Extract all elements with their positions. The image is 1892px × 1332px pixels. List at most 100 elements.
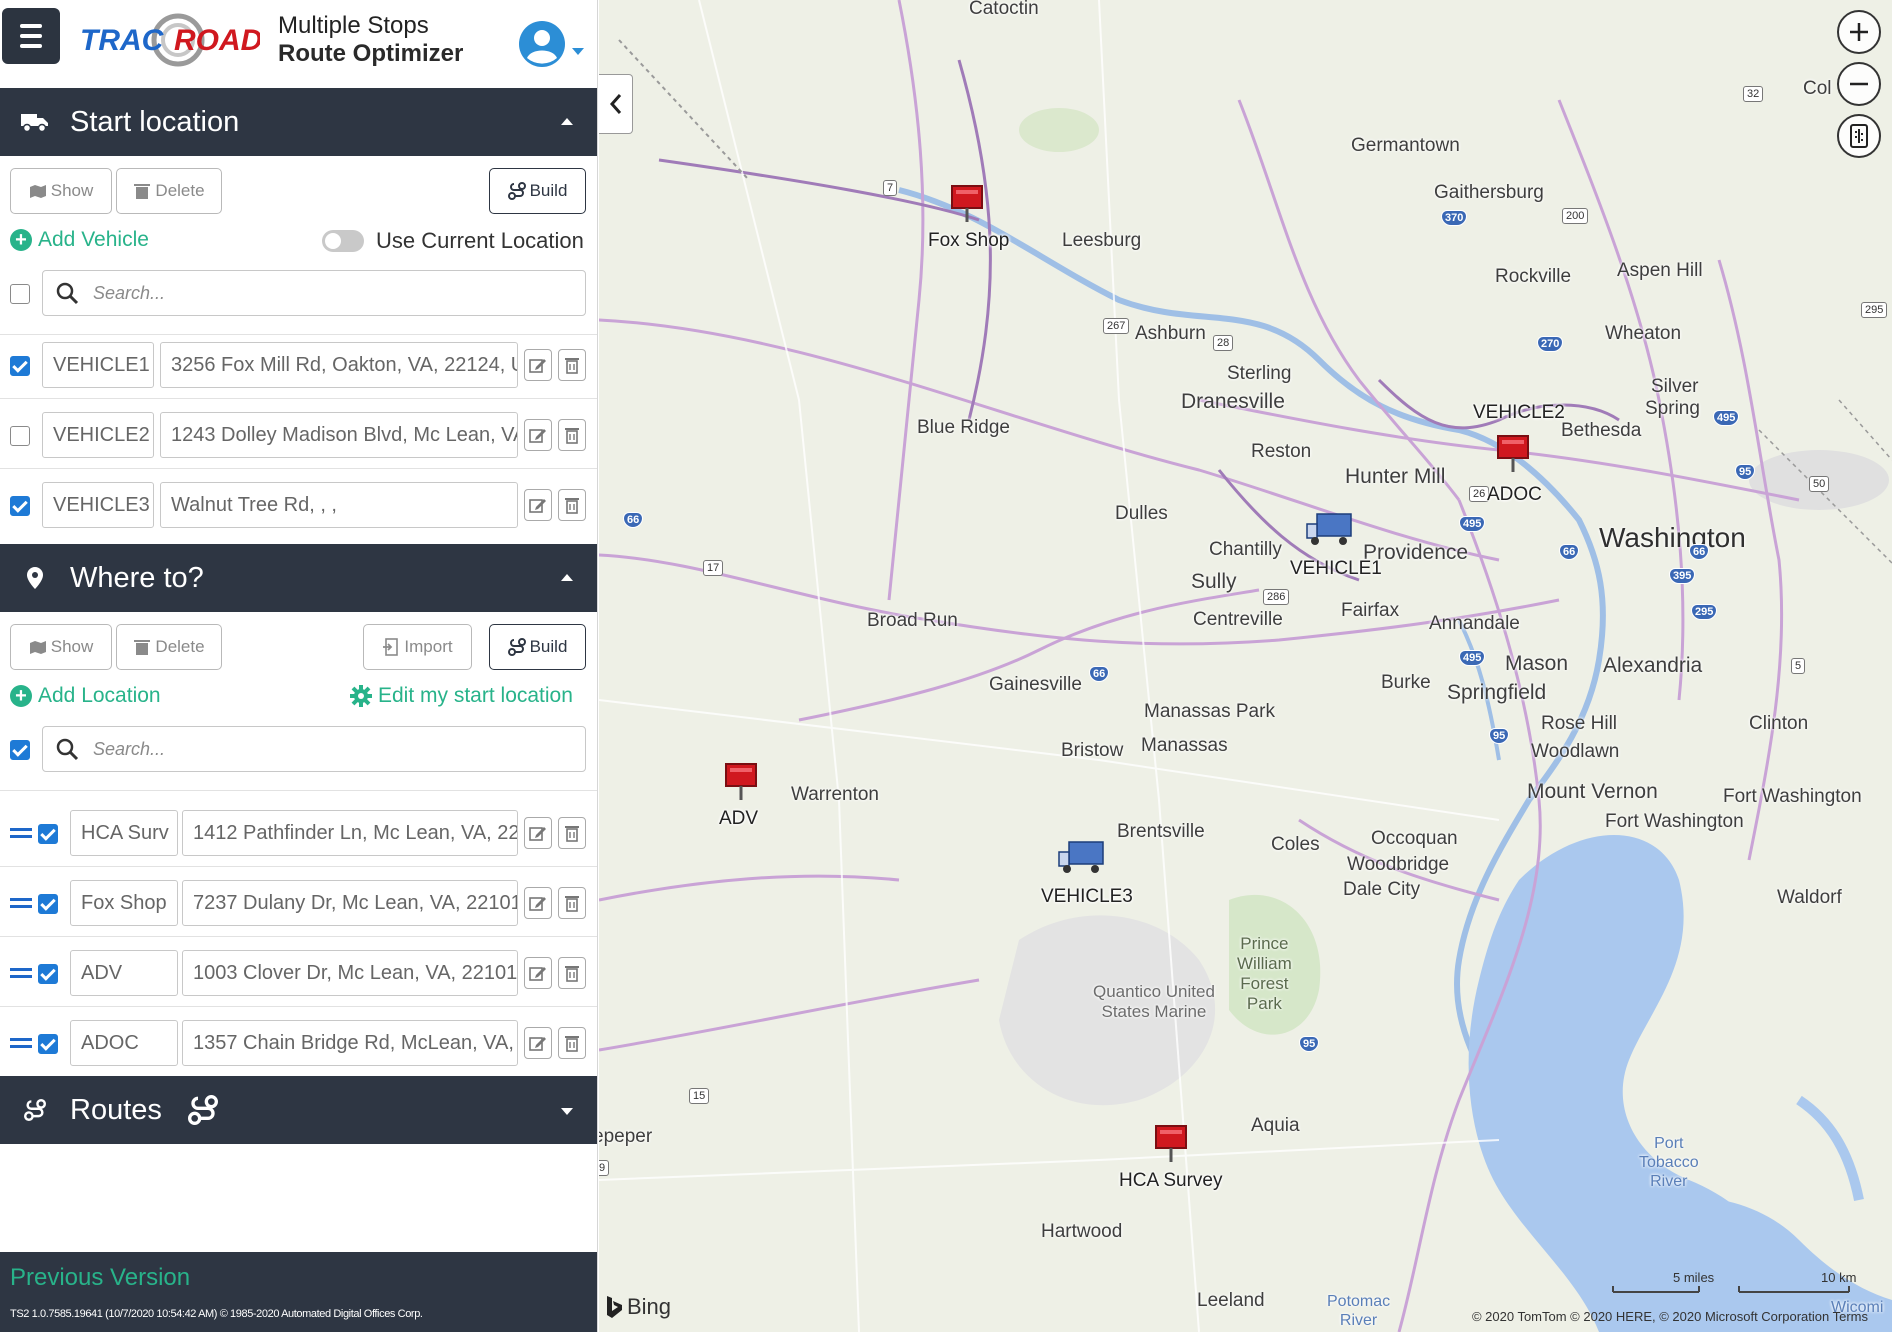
place-label: Gaithersburg xyxy=(1434,182,1544,203)
route-shield: 270 xyxy=(1537,336,1564,352)
vehicle3-marker-label[interactable]: VEHICLE3 xyxy=(1041,886,1133,908)
drag-handle-icon[interactable] xyxy=(10,898,32,910)
vehicle-row-checkbox[interactable] xyxy=(10,496,30,516)
vehicle-name-field[interactable]: VEHICLE3 xyxy=(42,482,154,528)
vehicle-address-field[interactable]: Walnut Tree Rd, , , xyxy=(160,482,518,528)
import-button[interactable]: Import xyxy=(363,624,472,670)
scale-miles: 5 miles xyxy=(1673,1270,1715,1285)
vehicle-search-input[interactable] xyxy=(93,282,527,304)
menu-button[interactable] xyxy=(2,8,60,64)
trash-icon xyxy=(565,498,579,514)
location-address-field[interactable]: 1357 Chain Bridge Rd, McLean, VA, 2 xyxy=(182,1020,518,1066)
delete-locations-button[interactable]: Delete xyxy=(116,624,222,670)
sidebar: TRAC ROAD Multiple Stops Route Optimizer… xyxy=(0,0,598,1332)
select-all-vehicles-checkbox[interactable] xyxy=(10,284,30,304)
show-vehicles-button[interactable]: Show xyxy=(10,168,112,214)
location-name-field[interactable]: ADV xyxy=(70,950,178,996)
drag-handle-icon[interactable] xyxy=(10,968,32,980)
location-name-field[interactable]: ADOC xyxy=(70,1020,178,1066)
use-current-location-toggle[interactable] xyxy=(322,230,364,252)
select-all-locations-checkbox[interactable] xyxy=(10,740,30,760)
where-to-title: Where to? xyxy=(70,561,204,594)
edit-location-button[interactable] xyxy=(524,887,552,919)
vehicle-name-field[interactable]: VEHICLE1 xyxy=(42,342,154,388)
place-label: Dranesville xyxy=(1181,390,1285,413)
build-vehicles-button[interactable]: Build xyxy=(489,168,586,214)
vehicle1-marker-label[interactable]: VEHICLE1 xyxy=(1290,558,1382,580)
adv-marker-label[interactable]: ADV xyxy=(719,808,758,830)
collapse-caret-icon[interactable] xyxy=(561,118,573,125)
zoom-out-button[interactable] xyxy=(1837,62,1881,106)
build-info: TS2 1.0.7585.19641 (10/7/2020 10:54:42 A… xyxy=(10,1308,423,1320)
edit-start-location-link[interactable]: Edit my start location xyxy=(350,684,573,708)
location-row-checkbox[interactable] xyxy=(38,894,58,914)
delete-location-button[interactable] xyxy=(558,1027,586,1059)
location-address-field[interactable]: 1412 Pathfinder Ln, Mc Lean, VA, 22 xyxy=(182,810,518,856)
route-shield: 32 xyxy=(1743,86,1764,102)
show-locations-button[interactable]: Show xyxy=(10,624,112,670)
location-row-checkbox[interactable] xyxy=(38,824,58,844)
vehicle-address-field[interactable]: 3256 Fox Mill Rd, Oakton, VA, 22124, U xyxy=(160,342,518,388)
fox-shop-marker-label[interactable]: Fox Shop xyxy=(928,230,1009,252)
collapse-sidebar-button[interactable] xyxy=(599,74,633,134)
build-locations-button[interactable]: Build xyxy=(489,624,586,670)
location-address-field[interactable]: 1003 Clover Dr, Mc Lean, VA, 22101 xyxy=(182,950,518,996)
hca-survey-marker-label[interactable]: HCA Survey xyxy=(1119,1170,1222,1192)
drag-handle-icon[interactable] xyxy=(10,1038,32,1050)
vehicle3-truck-icon[interactable] xyxy=(1057,838,1107,876)
previous-version-link[interactable]: Previous Version xyxy=(10,1264,190,1292)
map-copyright[interactable]: © 2020 TomTom © 2020 HERE, © 2020 Micros… xyxy=(1472,1309,1868,1324)
adoc-pin-icon[interactable] xyxy=(1495,434,1531,474)
water-label-line: Tobacco xyxy=(1639,1154,1699,1171)
start-location-header[interactable]: Start location xyxy=(0,88,597,156)
adoc-marker-label[interactable]: ADOC xyxy=(1487,484,1542,506)
location-row-checkbox[interactable] xyxy=(38,1034,58,1054)
vehicle-row-checkbox[interactable] xyxy=(10,356,30,376)
vehicle-row-checkbox[interactable] xyxy=(10,426,30,446)
routes-build-icon[interactable] xyxy=(187,1095,218,1125)
location-search-input[interactable] xyxy=(93,738,527,760)
delete-vehicles-button[interactable]: Delete xyxy=(116,168,222,214)
place-label: Aspen Hill xyxy=(1617,260,1703,281)
location-name-field[interactable]: Fox Shop xyxy=(70,880,178,926)
expand-caret-icon[interactable] xyxy=(561,1108,573,1115)
delete-vehicle-button[interactable] xyxy=(558,419,586,451)
delete-location-button[interactable] xyxy=(558,887,586,919)
drag-handle-icon[interactable] xyxy=(10,828,32,840)
zoom-in-button[interactable] xyxy=(1837,10,1881,54)
delete-vehicle-button[interactable] xyxy=(558,489,586,521)
base-label-line: States Marine xyxy=(1101,1002,1207,1021)
location-address-field[interactable]: 7237 Dulany Dr, Mc Lean, VA, 22101 xyxy=(182,880,518,926)
bing-logo: Bing xyxy=(605,1294,671,1320)
edit-icon xyxy=(529,1037,546,1051)
delete-location-button[interactable] xyxy=(558,957,586,989)
edit-location-button[interactable] xyxy=(524,1027,552,1059)
vehicle-name-field[interactable]: VEHICLE2 xyxy=(42,412,154,458)
map-style-button[interactable] xyxy=(1837,114,1881,158)
edit-vehicle-button[interactable] xyxy=(524,349,552,381)
map[interactable]: Catoctin Germantown Gaithersburg Leesbur… xyxy=(599,0,1892,1332)
edit-location-button[interactable] xyxy=(524,817,552,849)
edit-vehicle-button[interactable] xyxy=(524,489,552,521)
edit-location-button[interactable] xyxy=(524,957,552,989)
adv-pin-icon[interactable] xyxy=(723,762,759,802)
delete-location-button[interactable] xyxy=(558,817,586,849)
where-to-header[interactable]: Where to? xyxy=(0,544,597,612)
location-row-checkbox[interactable] xyxy=(38,964,58,984)
bing-label: Bing xyxy=(627,1294,672,1319)
vehicle2-marker-label[interactable]: VEHICLE2 xyxy=(1473,402,1565,424)
fox-shop-pin-icon[interactable] xyxy=(949,184,985,224)
vehicle1-truck-icon[interactable] xyxy=(1305,510,1355,548)
add-vehicle-link[interactable]: + Add Vehicle xyxy=(10,228,149,252)
user-menu-caret-icon[interactable] xyxy=(572,48,584,55)
routes-header[interactable]: Routes xyxy=(0,1076,597,1144)
vehicle-address-field[interactable]: 1243 Dolley Madison Blvd, Mc Lean, VA xyxy=(160,412,518,458)
location-name-field[interactable]: HCA Surv xyxy=(70,810,178,856)
user-avatar-icon[interactable] xyxy=(518,20,566,68)
hca-survey-pin-icon[interactable] xyxy=(1153,1124,1189,1164)
delete-vehicle-button[interactable] xyxy=(558,349,586,381)
collapse-caret-icon[interactable] xyxy=(561,574,573,581)
show-label: Show xyxy=(50,637,94,656)
edit-vehicle-button[interactable] xyxy=(524,419,552,451)
add-location-link[interactable]: + Add Location xyxy=(10,684,161,708)
